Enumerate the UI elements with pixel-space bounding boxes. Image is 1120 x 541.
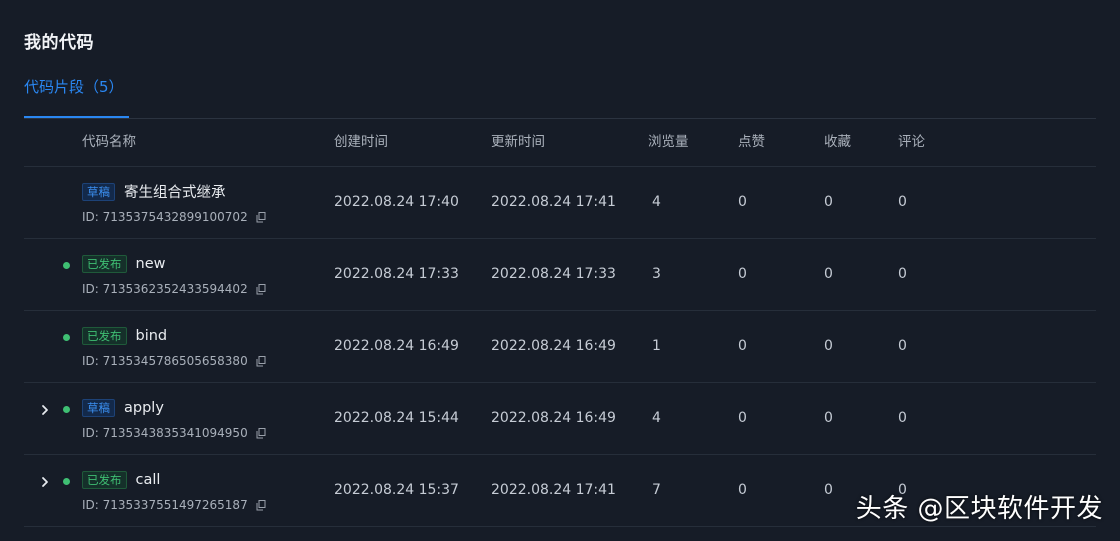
views-cell: 1 [652, 338, 661, 354]
code-id-text: ID: 7135343835341094950 [82, 426, 248, 440]
likes-cell: 0 [738, 482, 747, 498]
views-cell: 4 [652, 410, 661, 426]
created-time-cell: 2022.08.24 15:44 [334, 410, 459, 426]
column-header-updated: 更新时间 [491, 134, 545, 150]
views-cell: 4 [652, 194, 661, 210]
table-row[interactable]: 草稿 apply ID: 7135343835341094950 2022.08.24… [24, 383, 1096, 455]
code-name-cell: 已发布 new [82, 253, 165, 273]
code-name-link[interactable]: apply [124, 400, 164, 416]
views-cell: 3 [652, 266, 661, 282]
code-name-link[interactable]: new [136, 256, 166, 272]
created-time-cell: 2022.08.24 16:49 [334, 338, 459, 354]
tab-bar: 代码片段（5） [24, 74, 1096, 119]
likes-cell: 0 [738, 266, 747, 282]
updated-time-cell: 2022.08.24 17:33 [491, 266, 616, 282]
copy-icon[interactable] [256, 428, 266, 439]
column-header-comments: 评论 [898, 134, 925, 150]
status-badge: 已发布 [82, 326, 127, 345]
column-header-name: 代码名称 [82, 134, 136, 150]
code-id-text: ID: 7135375432899100702 [82, 210, 248, 224]
updated-time-cell: 2022.08.24 17:41 [491, 194, 616, 210]
table-header: 代码名称 创建时间 更新时间 浏览量 点赞 收藏 评论 [24, 119, 1096, 167]
created-time-cell: 2022.08.24 17:40 [334, 194, 459, 210]
status-badge: 已发布 [82, 470, 127, 489]
table-body: 草稿 寄生组合式继承 ID: 7135375432899100702 2022.08.… [24, 167, 1096, 527]
tab-code-snippets[interactable]: 代码片段（5） [24, 74, 129, 118]
code-name-cell: 已发布 call [82, 469, 160, 489]
status-dot [63, 334, 70, 341]
code-name-link[interactable]: call [136, 472, 161, 488]
column-header-created: 创建时间 [334, 134, 388, 150]
favorites-cell: 0 [824, 482, 833, 498]
likes-cell: 0 [738, 338, 747, 354]
created-time-cell: 2022.08.24 17:33 [334, 266, 459, 282]
chevron-right-icon[interactable] [38, 475, 52, 489]
copy-icon[interactable] [256, 356, 266, 367]
copy-icon[interactable] [256, 500, 266, 511]
code-id-text: ID: 7135345786505658380 [82, 354, 248, 368]
status-badge: 草稿 [82, 398, 115, 417]
status-dot [63, 478, 70, 485]
copy-icon[interactable] [256, 212, 266, 223]
code-id: ID: 7135345786505658380 [82, 353, 266, 369]
code-name-cell: 草稿 apply [82, 397, 164, 417]
comments-cell: 0 [898, 410, 907, 426]
chevron-right-icon[interactable] [38, 403, 52, 417]
code-name-cell: 草稿 寄生组合式继承 [82, 181, 226, 201]
comments-cell: 0 [898, 194, 907, 210]
status-badge: 已发布 [82, 254, 127, 273]
status-dot [63, 262, 70, 269]
table-row[interactable]: 已发布 bind ID: 7135345786505658380 2022.08.24… [24, 311, 1096, 383]
copy-icon[interactable] [256, 284, 266, 295]
updated-time-cell: 2022.08.24 16:49 [491, 410, 616, 426]
column-header-likes: 点赞 [738, 134, 765, 150]
code-id: ID: 7135375432899100702 [82, 209, 266, 225]
table-row[interactable]: 草稿 寄生组合式继承 ID: 7135375432899100702 2022.08.… [24, 167, 1096, 239]
views-cell: 7 [652, 482, 661, 498]
code-id: ID: 7135343835341094950 [82, 425, 266, 441]
column-header-views: 浏览量 [648, 134, 689, 150]
code-table: 代码名称 创建时间 更新时间 浏览量 点赞 收藏 评论 草稿 寄生组合式继承 ID:… [24, 119, 1096, 527]
status-dot [63, 406, 70, 413]
comments-cell: 0 [898, 266, 907, 282]
updated-time-cell: 2022.08.24 17:41 [491, 482, 616, 498]
column-header-favorites: 收藏 [824, 134, 851, 150]
code-id: ID: 7135337551497265187 [82, 497, 266, 513]
created-time-cell: 2022.08.24 15:37 [334, 482, 459, 498]
favorites-cell: 0 [824, 410, 833, 426]
page-title: 我的代码 [24, 33, 94, 53]
status-badge: 草稿 [82, 182, 115, 201]
updated-time-cell: 2022.08.24 16:49 [491, 338, 616, 354]
code-name-link[interactable]: bind [136, 328, 168, 344]
likes-cell: 0 [738, 194, 747, 210]
code-name-link[interactable]: 寄生组合式继承 [124, 181, 226, 202]
code-name-cell: 已发布 bind [82, 325, 167, 345]
code-id-text: ID: 7135337551497265187 [82, 498, 248, 512]
code-id-text: ID: 7135362352433594402 [82, 282, 248, 296]
likes-cell: 0 [738, 410, 747, 426]
favorites-cell: 0 [824, 194, 833, 210]
favorites-cell: 0 [824, 266, 833, 282]
comments-cell: 0 [898, 338, 907, 354]
watermark: 头条 @区块软件开发 [855, 494, 1103, 524]
table-row[interactable]: 已发布 new ID: 7135362352433594402 2022.08.24 … [24, 239, 1096, 311]
favorites-cell: 0 [824, 338, 833, 354]
code-id: ID: 7135362352433594402 [82, 281, 266, 297]
